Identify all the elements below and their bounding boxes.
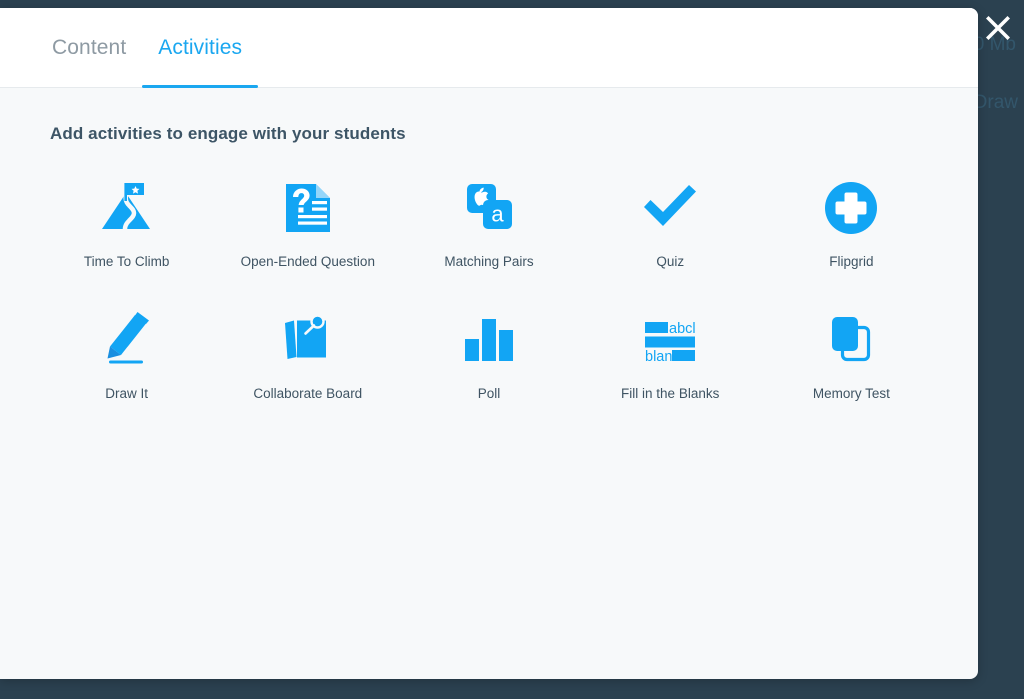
activity-collaborate-board[interactable]: Collaborate Board <box>217 308 398 402</box>
bar-chart-icon <box>453 308 525 372</box>
modal-tabbar: Content Activities <box>0 8 978 88</box>
activity-matching-pairs[interactable]: a Matching Pairs <box>398 176 579 270</box>
activity-memory-test[interactable]: Memory Test <box>761 308 942 402</box>
activity-label: Draw It <box>105 386 148 402</box>
page-title: Add activities to engage with your stude… <box>50 124 406 143</box>
background-draw-text: Draw <box>973 92 1018 113</box>
activity-label: Fill in the Blanks <box>621 386 720 402</box>
tab-activities-label: Activities <box>158 35 243 59</box>
activity-poll[interactable]: Poll <box>398 308 579 402</box>
tab-content[interactable]: Content <box>36 8 142 87</box>
activity-label: Poll <box>477 386 501 402</box>
activity-flipgrid[interactable]: Flipgrid <box>761 176 942 270</box>
activity-label: Time To Climb <box>83 254 170 269</box>
activity-label: Quiz <box>656 254 685 269</box>
svg-text:a: a <box>491 202 504 227</box>
activity-time-to-climb[interactable]: Time To Climb <box>36 176 217 270</box>
activity-open-ended-question[interactable]: Open-Ended Question <box>217 176 398 270</box>
apple-letter-cards-icon: a <box>453 176 525 240</box>
activity-label: Flipgrid <box>829 254 874 269</box>
activity-fill-in-the-blanks[interactable]: abcl blan Fill in the Blanks <box>580 308 761 402</box>
close-icon <box>986 16 1010 40</box>
activity-label: Matching Pairs <box>444 254 534 269</box>
plus-circle-icon <box>815 176 887 240</box>
mountain-flag-icon <box>91 176 163 240</box>
document-question-icon <box>272 176 344 240</box>
two-cards-icon <box>815 308 887 372</box>
close-button[interactable] <box>978 8 1018 48</box>
tab-activities[interactable]: Activities <box>142 8 258 88</box>
activity-label: Open-Ended Question <box>240 254 375 269</box>
modal-body: Add activities to engage with your stude… <box>0 88 978 679</box>
activity-draw-it[interactable]: Draw It <box>36 308 217 402</box>
activity-quiz[interactable]: Quiz <box>580 176 761 270</box>
activity-label: Collaborate Board <box>253 386 363 402</box>
activity-label: Memory Test <box>812 386 890 402</box>
activity-grid: Time To Climb Open-Ended Question a Matc… <box>36 176 942 402</box>
tab-content-label: Content <box>52 35 127 59</box>
pencil-icon <box>91 308 163 372</box>
svg-text:blan: blan <box>645 349 672 365</box>
activities-modal: Content Activities Add activities to eng… <box>0 8 978 679</box>
checkmark-icon <box>634 176 706 240</box>
svg-text:abcl: abcl <box>669 321 696 337</box>
blanks-lines-icon: abcl blan <box>634 308 706 372</box>
sticky-notes-pin-icon <box>272 308 344 372</box>
